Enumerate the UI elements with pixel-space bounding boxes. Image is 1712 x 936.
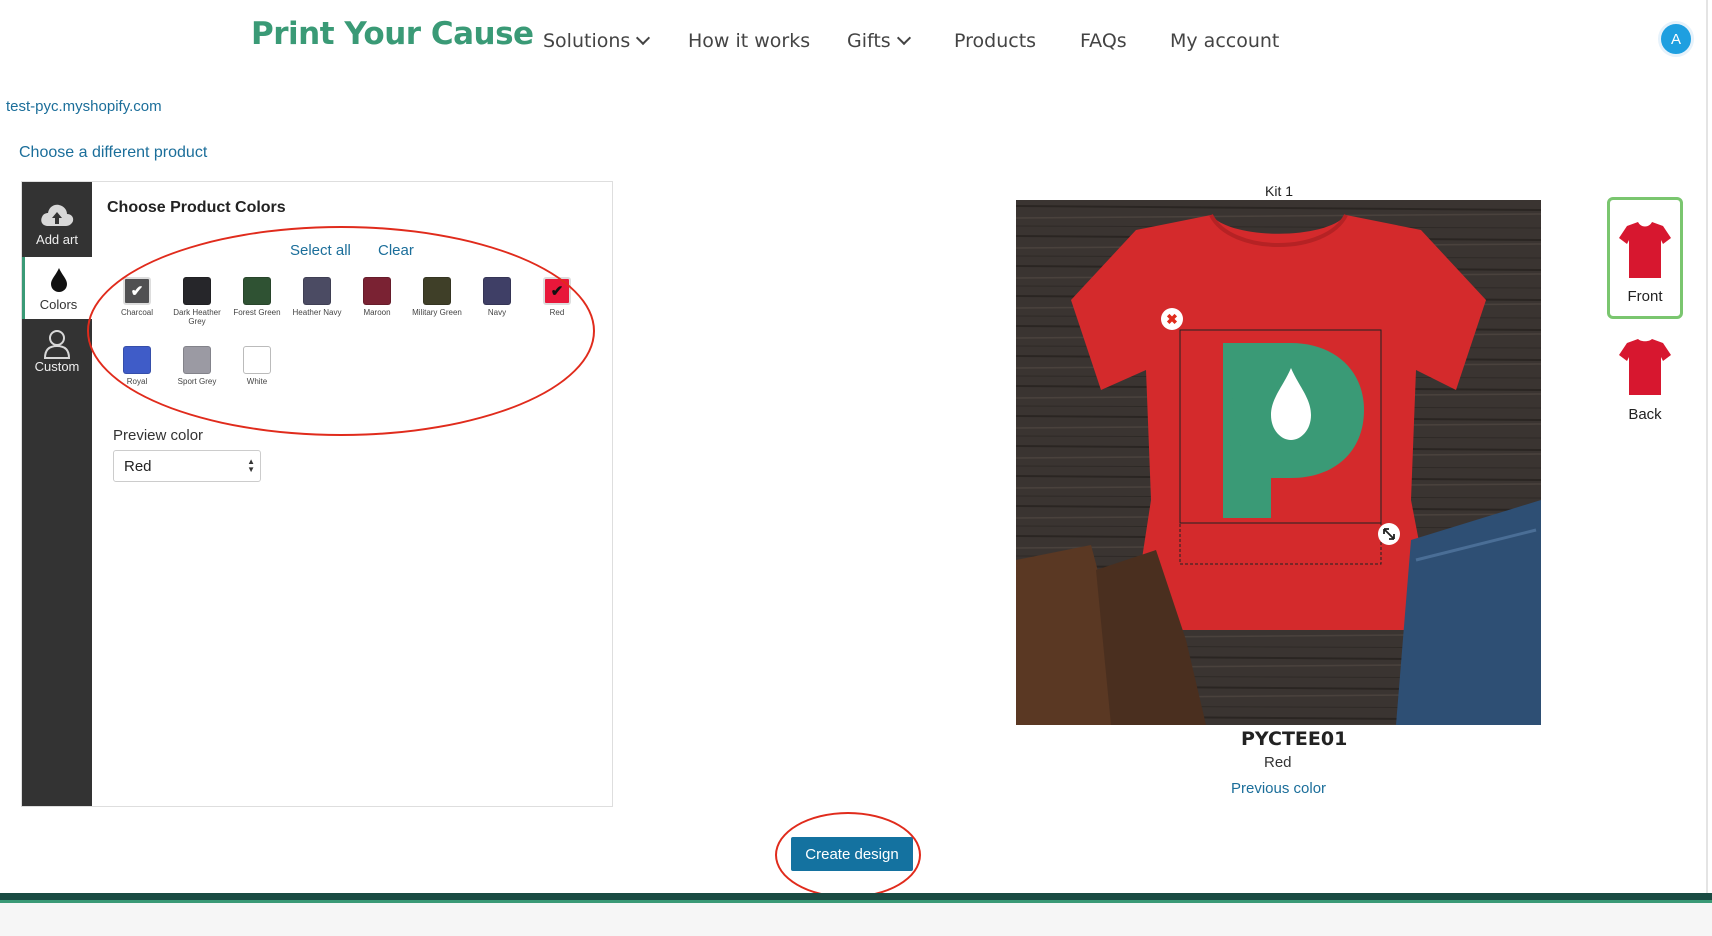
nav-gifts-label: Gifts (847, 30, 891, 52)
nav-my-account[interactable]: My account (1170, 30, 1279, 52)
svg-text:✖: ✖ (1166, 311, 1178, 327)
drop-icon (49, 267, 69, 296)
preview-color-label: Preview color (113, 427, 204, 444)
annotation-ellipse-swatches (87, 226, 595, 436)
footer-bar (0, 893, 1712, 900)
nav-products[interactable]: Products (954, 30, 1036, 52)
page-scrollbar[interactable] (1706, 0, 1708, 903)
cloud-upload-icon (40, 202, 74, 231)
select-arrows-icon: ▲ ▼ (247, 457, 255, 474)
chevron-down-icon (636, 30, 651, 46)
nav-how-it-works[interactable]: How it works (688, 30, 810, 52)
sidebar-item-label: Custom (34, 359, 80, 374)
user-icon (42, 329, 72, 362)
sidebar-item-label: Add art (36, 232, 78, 247)
tshirt-mockup-image: ✖ (1016, 200, 1541, 725)
product-mockup[interactable]: ✖ (1016, 200, 1541, 725)
preview-color-select[interactable]: Red ▲ ▼ (113, 450, 261, 482)
product-color-name: Red (1264, 754, 1292, 771)
nav-faqs[interactable]: FAQs (1080, 30, 1127, 52)
tool-sidebar: Add art Colors Custom (22, 182, 92, 806)
preview-color-value: Red (124, 458, 152, 475)
previous-color-link[interactable]: Previous color (1231, 780, 1326, 797)
avatar[interactable]: A (1658, 21, 1694, 57)
annotation-ellipse-create-button (775, 812, 921, 898)
product-sku: PYCTEE01 (1241, 728, 1348, 750)
view-label: Front (1627, 288, 1663, 305)
sidebar-item-label: Colors (39, 297, 78, 312)
view-back-thumb[interactable]: Back (1607, 337, 1683, 459)
panel-title: Choose Product Colors (107, 199, 286, 216)
view-label: Back (1628, 406, 1662, 423)
footer (0, 903, 1712, 936)
sidebar-item-add-art[interactable]: Add art (22, 192, 92, 254)
chevron-down-icon (896, 30, 911, 46)
sidebar-item-custom[interactable]: Custom (22, 319, 92, 381)
tshirt-back-icon (1619, 339, 1671, 395)
kit-title: Kit 1 (1265, 183, 1294, 199)
tshirt-front-icon (1619, 222, 1671, 278)
store-link[interactable]: test-pyc.myshopify.com (6, 98, 162, 115)
nav-gifts[interactable]: Gifts (847, 30, 911, 52)
nav-solutions-label: Solutions (543, 30, 631, 52)
view-front-thumb[interactable]: Front (1607, 197, 1683, 319)
choose-different-product-link[interactable]: Choose a different product (19, 144, 207, 162)
sidebar-item-colors[interactable]: Colors (22, 257, 92, 319)
site-logo[interactable]: Print Your Cause (251, 16, 534, 52)
nav-solutions[interactable]: Solutions (543, 30, 651, 52)
